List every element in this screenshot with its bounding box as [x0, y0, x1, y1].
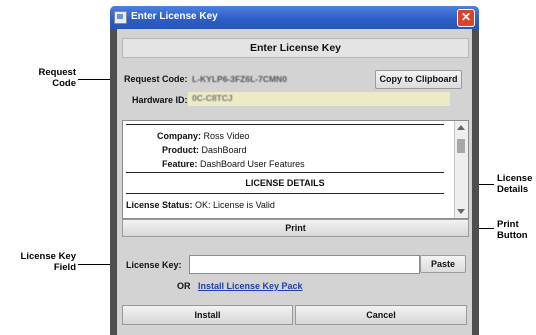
copy-to-clipboard-button[interactable]: Copy to Clipboard — [375, 70, 462, 89]
cancel-button[interactable]: Cancel — [295, 305, 467, 325]
scroll-thumb[interactable] — [457, 139, 465, 153]
scroll-up-icon[interactable] — [457, 125, 465, 130]
separator-2 — [126, 193, 444, 194]
request-code-value: L-KYLP6-3FZ6L-7CMN0 — [192, 74, 287, 84]
window-title: Enter License Key — [131, 11, 218, 22]
company-row: Company: Ross Video — [157, 131, 249, 141]
license-status-label: License Status: — [126, 200, 193, 210]
paste-button[interactable]: Paste — [420, 255, 466, 273]
install-license-key-pack-link[interactable]: Install License Key Pack — [198, 281, 303, 291]
license-details-heading: LICENSE DETAILS — [245, 178, 325, 188]
license-status-row: License Status: OK: License is Valid — [126, 200, 275, 210]
license-details-panel[interactable]: Company: Ross Video Product: DashBoard F… — [122, 120, 469, 219]
license-key-input[interactable] — [189, 255, 420, 274]
hardware-id-label: Hardware ID: — [132, 95, 188, 105]
close-button[interactable]: ✕ — [457, 9, 475, 27]
hardware-id-field: 0C-C8TCJ — [188, 92, 450, 106]
dialog-content: Enter License Key Request Code: L-KYLP6-… — [117, 29, 472, 335]
feature-label: Feature: — [162, 159, 198, 169]
vertical-scrollbar[interactable] — [454, 121, 468, 218]
app-icon — [114, 11, 127, 24]
company-value: Ross Video — [203, 131, 250, 141]
hardware-id-value: 0C-C8TCJ — [192, 93, 233, 103]
callout-license-key-field: License Key Field — [20, 251, 76, 273]
or-text: OR — [177, 281, 191, 291]
dialog-header: Enter License Key — [122, 38, 469, 58]
license-status-value: OK: License is Valid — [195, 200, 275, 210]
product-label: Product: — [162, 145, 199, 155]
scroll-down-icon[interactable] — [457, 209, 465, 214]
callout-print-button: Print Button — [497, 219, 528, 241]
license-dialog: Enter License Key ✕ Enter License Key Re… — [110, 6, 479, 335]
request-code-label: Request Code: — [124, 74, 188, 84]
company-label: Company: — [157, 131, 202, 141]
feature-value: DashBoard User Features — [200, 159, 305, 169]
print-button[interactable]: Print — [122, 219, 469, 237]
callout-license-details: License Details — [497, 173, 533, 195]
separator-1 — [126, 172, 444, 173]
callout-request-code: Request Code — [38, 67, 76, 89]
install-button[interactable]: Install — [122, 305, 293, 325]
title-bar[interactable]: Enter License Key ✕ — [110, 6, 479, 29]
separator-top — [126, 124, 444, 125]
product-value: DashBoard — [201, 145, 247, 155]
license-key-label: License Key: — [126, 260, 182, 270]
product-row: Product: DashBoard — [162, 145, 247, 155]
request-panel: Request Code: L-KYLP6-3FZ6L-7CMN0 Copy t… — [122, 66, 467, 112]
feature-row: Feature: DashBoard User Features — [162, 159, 305, 169]
